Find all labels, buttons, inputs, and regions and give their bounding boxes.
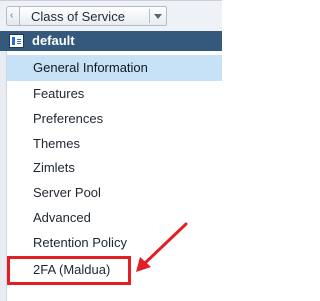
nav-item-label: Advanced	[33, 210, 91, 225]
nav-item-label: Themes	[33, 136, 80, 151]
annotation-arrow-icon	[136, 222, 188, 272]
selector-divider	[149, 9, 150, 23]
nav-rail	[0, 51, 7, 301]
nav-item-zimlets[interactable]: Zimlets	[7, 155, 222, 181]
nav-item-label: Preferences	[33, 111, 104, 126]
nav-item-label: Retention Policy	[33, 235, 127, 250]
cos-header: default	[0, 31, 222, 51]
chevron-down-icon[interactable]	[154, 14, 162, 19]
toolbar: ‹ Class of Service	[0, 0, 222, 32]
nav-item-label: Server Pool	[33, 185, 101, 200]
nav-item-label: Zimlets	[33, 160, 75, 175]
admin-panel: ‹ Class of Service default General Infor…	[0, 0, 222, 301]
nav-item-server-pool[interactable]: Server Pool	[7, 180, 222, 206]
cos-icon	[9, 34, 24, 48]
nav-item-themes[interactable]: Themes	[7, 131, 222, 157]
back-button[interactable]: ‹	[6, 6, 20, 26]
selector-label: Class of Service	[31, 9, 125, 24]
annotation-highlight-box	[7, 256, 131, 285]
nav-item-general-information[interactable]: General Information	[7, 55, 222, 81]
nav-item-label: Features	[33, 86, 85, 101]
cos-title: default	[32, 33, 75, 48]
nav-item-features[interactable]: Features	[7, 81, 222, 107]
toolbar-border	[0, 0, 222, 1]
nav-item-label: General Information	[33, 60, 148, 75]
nav-item-preferences[interactable]: Preferences	[7, 106, 222, 132]
class-of-service-selector[interactable]: Class of Service	[19, 6, 167, 26]
chevron-left-icon: ‹	[10, 10, 14, 21]
